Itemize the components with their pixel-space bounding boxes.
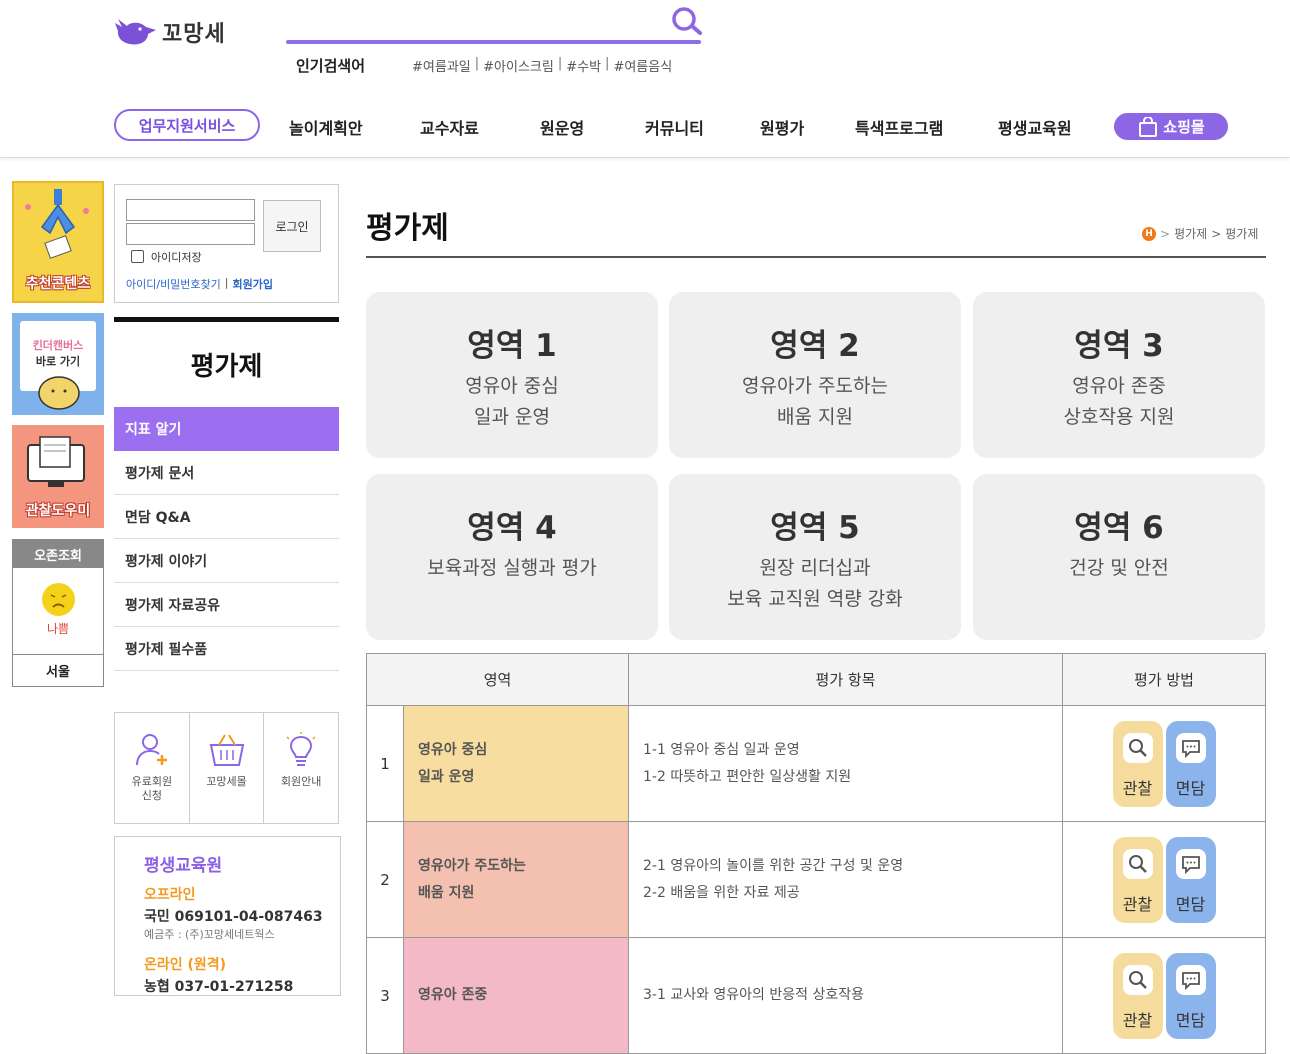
edu-depositor: 예금주 : (주)꼬망세네트웍스	[144, 928, 275, 941]
quick-links: 유료회원 신청 꼬망세몰 회원안내	[114, 712, 339, 824]
popular-search-label: 인기검색어	[296, 57, 366, 75]
basket-icon	[209, 734, 244, 766]
search-icon[interactable]	[664, 4, 704, 40]
side-menu-item-stories[interactable]: 평가제 이야기	[114, 539, 339, 583]
add-user-icon	[135, 734, 167, 766]
edu-offline-label: 오프라인	[144, 887, 196, 903]
popular-tag[interactable]: #여름음식	[613, 56, 672, 75]
ozone-title: 오존조회	[13, 540, 103, 568]
nav-operation[interactable]: 원운영	[540, 115, 584, 139]
nav-evaluation[interactable]: 원평가	[760, 115, 804, 139]
page-title: 평가제	[366, 211, 449, 246]
popular-tag[interactable]: #여름과일	[412, 56, 471, 75]
breadcrumb-item[interactable]: 평가제	[1174, 225, 1207, 242]
area-card-6[interactable]: 영역 6 건강 및 안전	[973, 474, 1265, 640]
side-menu-item-interview-qa[interactable]: 면담 Q&A	[114, 495, 339, 539]
side-menu-title: 평가제	[190, 352, 263, 382]
interview-button[interactable]: 면담	[1165, 836, 1216, 923]
nav-teaching-materials[interactable]: 교수자료	[420, 115, 479, 139]
area-card-1[interactable]: 영역 1 영유아 중심 일과 운영	[366, 292, 658, 458]
table-header-area: 영역	[366, 653, 629, 706]
shop-mall-link[interactable]: 꼬망세몰	[190, 713, 265, 823]
table-row: 2 영유아가 주도하는 배움 지원 2-1 영유아의 놀이를 위한 공간 구성 및…	[366, 821, 1266, 938]
claw-machine-icon	[25, 189, 89, 259]
edu-offline-account: 국민 069101-04-087463	[144, 909, 323, 925]
table-header-method: 평가 방법	[1062, 653, 1266, 706]
nav-lifelong-education[interactable]: 평생교육원	[998, 115, 1072, 139]
main-navigation: 업무지원서비스 놀이계획안 교수자료 원운영 커뮤니티 원평가 특색프로그램 평…	[0, 100, 1290, 158]
remember-id-label: 아이디저장	[151, 251, 202, 264]
title-divider	[366, 256, 1266, 258]
area-card-5[interactable]: 영역 5 원장 리더십과 보육 교직원 역량 강화	[669, 474, 961, 640]
chat-bubble-icon	[1175, 732, 1206, 763]
search-input[interactable]	[286, 40, 701, 44]
shopping-bag-icon	[1139, 116, 1158, 137]
observation-button[interactable]: 관찰	[1112, 720, 1163, 807]
edu-title: 평생교육원	[144, 856, 223, 876]
popular-tag[interactable]: #수박	[566, 56, 601, 75]
nav-shop-button[interactable]: 쇼핑몰	[1114, 113, 1228, 140]
ozone-city[interactable]: 서울	[13, 654, 103, 686]
interview-button[interactable]: 면담	[1165, 720, 1216, 807]
kinder-canvas-banner[interactable]: 킨더캔버스 바로 가기	[12, 313, 104, 415]
go-link-text: 바로 가기	[35, 355, 81, 368]
table-row: 1 영유아 중심 일과 운영 1-1 영유아 중심 일과 운영 1-2 따뜻하고 편…	[366, 705, 1266, 822]
login-button[interactable]: 로그인	[263, 200, 321, 252]
edu-online-account: 농협 037-01-271258	[144, 979, 294, 995]
kinder-canvas-text: 킨더캔버스	[32, 339, 84, 352]
monitor-document-icon	[27, 436, 85, 487]
side-menu-item-sharing[interactable]: 평가제 자료공유	[114, 583, 339, 627]
nav-shop-label: 쇼핑몰	[1163, 118, 1205, 136]
id-input[interactable]	[126, 199, 255, 221]
nav-community[interactable]: 커뮤니티	[645, 115, 704, 139]
join-link[interactable]: 회원가입	[233, 276, 273, 292]
nav-special-program[interactable]: 특색프로그램	[855, 115, 943, 139]
login-box: 로그인 아이디저장 아이디/비밀번호찾기 | 회원가입	[114, 184, 339, 303]
table-header-item: 평가 항목	[628, 653, 1063, 706]
lifelong-education-info: 평생교육원 오프라인 국민 069101-04-087463 예금주 : (주)…	[114, 836, 341, 996]
magnifier-icon	[1122, 848, 1153, 879]
paid-member-link[interactable]: 유료회원 신청	[115, 713, 190, 823]
breadcrumb-item[interactable]: 평가제	[1225, 225, 1258, 242]
banner-caption: 추천콘텐츠	[25, 276, 91, 292]
nav-play-plan[interactable]: 놀이계획안	[289, 115, 363, 139]
member-info-link[interactable]: 회원안내	[264, 713, 338, 823]
remember-id-checkbox[interactable]	[131, 250, 144, 263]
evaluation-table: 영역 평가 항목 평가 방법 1 영유아 중심 일과 운영 1-1 영유아 중심 …	[366, 653, 1266, 1054]
popular-tags: #여름과일 | #아이스크림 | #수박 | #여름음식	[412, 56, 673, 75]
ozone-widget: 오존조회 나쁨 서울	[12, 539, 104, 687]
password-input[interactable]	[126, 223, 255, 245]
magnifier-icon	[1122, 732, 1153, 763]
observation-helper-banner[interactable]: 관찰도우미	[12, 425, 104, 528]
home-icon[interactable]: H	[1142, 226, 1156, 241]
breadcrumb: H > 평가제 > 평가제	[1142, 225, 1258, 242]
bird-logo-icon	[115, 19, 156, 45]
lightbulb-icon	[286, 732, 316, 766]
find-account-link[interactable]: 아이디/비밀번호찾기	[126, 276, 221, 292]
side-menu-item-documents[interactable]: 평가제 문서	[114, 451, 339, 495]
recommended-content-banner[interactable]: 추천콘텐츠	[12, 181, 104, 303]
logo-text: 꼬망세	[162, 22, 226, 47]
chat-bubble-icon	[1175, 848, 1206, 879]
side-menu-item-essentials[interactable]: 평가제 필수품	[114, 627, 339, 671]
side-menu: 평가제 지표 알기 평가제 문서 면담 Q&A 평가제 이야기 평가제 자료공유…	[114, 317, 339, 671]
ozone-status: 나쁨	[46, 622, 70, 636]
observation-button[interactable]: 관찰	[1112, 836, 1163, 923]
popular-tag[interactable]: #아이스크림	[483, 56, 554, 75]
observation-button[interactable]: 관찰	[1112, 952, 1163, 1039]
table-row: 3 영유아 존중 3-1 교사와 영유아의 반응적 상호작용 관찰 면담	[366, 937, 1266, 1054]
area-card-2[interactable]: 영역 2 영유아가 주도하는 배움 지원	[669, 292, 961, 458]
area-card-3[interactable]: 영역 3 영유아 존중 상호작용 지원	[973, 292, 1265, 458]
edu-online-label: 온라인 (원격)	[144, 957, 227, 973]
potato-character-icon	[38, 376, 80, 410]
nav-work-service[interactable]: 업무지원서비스	[114, 109, 260, 141]
side-menu-item-indicators[interactable]: 지표 알기	[114, 407, 339, 451]
logo[interactable]: 꼬망세	[112, 14, 257, 50]
chat-bubble-icon	[1175, 964, 1206, 995]
area-card-4[interactable]: 영역 4 보육과정 실행과 평가	[366, 474, 658, 640]
interview-button[interactable]: 면담	[1165, 952, 1216, 1039]
magnifier-icon	[1122, 964, 1153, 995]
sad-face-icon	[42, 583, 75, 616]
banner-caption: 관찰도우미	[25, 503, 91, 519]
